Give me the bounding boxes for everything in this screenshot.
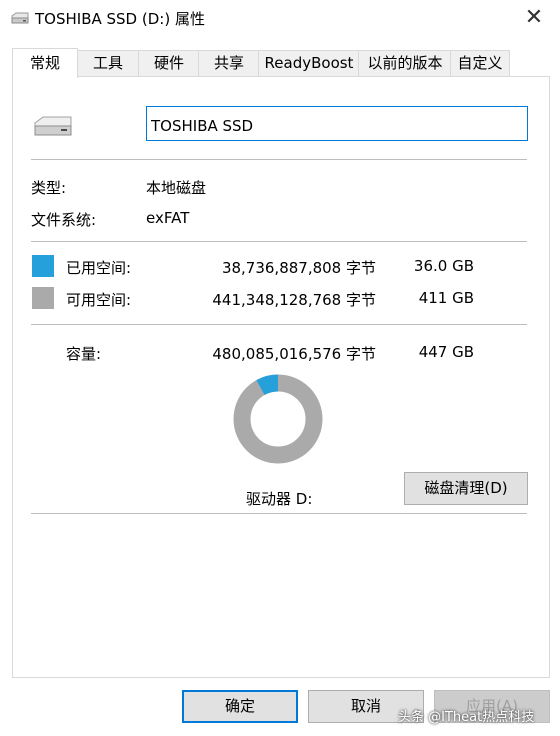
- used-space-label: 已用空间:: [66, 259, 132, 277]
- free-space-label: 可用空间:: [66, 291, 132, 309]
- drive-name-input[interactable]: [146, 106, 528, 141]
- free-space-swatch: [32, 287, 54, 309]
- free-space-size: 411 GB: [418, 289, 474, 307]
- tab-sharing[interactable]: 共享: [198, 50, 260, 76]
- divider: [31, 513, 527, 514]
- donut-free-ring: [233, 374, 323, 464]
- disk-cleanup-button[interactable]: 磁盘清理(D): [404, 472, 528, 505]
- filesystem-value: exFAT: [146, 209, 190, 227]
- divider: [31, 241, 527, 242]
- window-title: TOSHIBA SSD (D:) 属性: [35, 10, 205, 28]
- ok-button[interactable]: 确定: [182, 690, 298, 723]
- watermark: 头条 @ITheat热点科技: [398, 710, 535, 725]
- capacity-size: 447 GB: [418, 343, 474, 361]
- filesystem-label: 文件系统:: [31, 211, 97, 229]
- used-space-size: 36.0 GB: [413, 257, 474, 275]
- title-bar: TOSHIBA SSD (D:) 属性 ✕: [0, 0, 560, 36]
- used-space-bytes: 38,736,887,808 字节: [221, 259, 376, 277]
- free-space-bytes: 441,348,128,768 字节: [212, 291, 376, 309]
- capacity-label: 容量:: [66, 345, 102, 363]
- tab-customize[interactable]: 自定义: [450, 50, 510, 76]
- tab-previous-versions[interactable]: 以前的版本: [358, 50, 452, 76]
- tab-hardware[interactable]: 硬件: [138, 50, 200, 76]
- drive-label: 驱动器 D:: [246, 490, 313, 508]
- divider: [31, 159, 527, 160]
- drive-large-icon: [32, 114, 74, 142]
- divider: [31, 324, 527, 325]
- usage-donut: [233, 374, 323, 464]
- type-label: 类型:: [31, 179, 67, 197]
- tab-tools[interactable]: 工具: [76, 50, 140, 76]
- drive-icon: [10, 10, 30, 30]
- close-icon[interactable]: ✕: [520, 4, 548, 32]
- type-value: 本地磁盘: [146, 179, 207, 197]
- tab-general[interactable]: 常规: [12, 48, 78, 78]
- used-space-swatch: [32, 255, 54, 277]
- tab-readyboost[interactable]: ReadyBoost: [258, 50, 360, 76]
- capacity-bytes: 480,085,016,576 字节: [212, 345, 376, 363]
